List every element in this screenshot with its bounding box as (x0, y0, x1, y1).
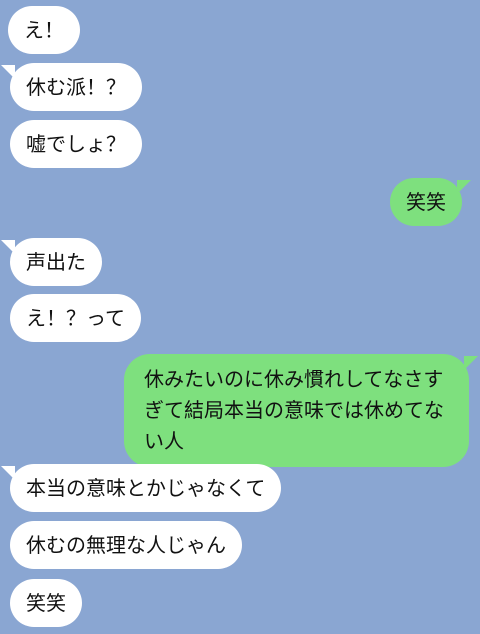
incoming-message[interactable]: 声出た (1, 238, 102, 286)
incoming-message[interactable]: 休むの無理な人じゃん (10, 521, 242, 569)
bubble-tail (1, 466, 15, 480)
message-text: 本当の意味とかじゃなくて (26, 476, 266, 500)
message-text: 休む派！？ (26, 75, 126, 99)
message-text: 休むの無理な人じゃん (26, 533, 226, 557)
outgoing-message[interactable]: 休みたいのに休み慣れしてなさすぎて結局本当の意味では休めてない人 (124, 354, 478, 467)
incoming-message[interactable]: 笑笑 (10, 579, 82, 627)
message-text: 休みたいのに休み慣れしてなさすぎて結局本当の意味では休めてない人 (144, 367, 444, 453)
incoming-message[interactable]: え！ (8, 6, 80, 54)
bubble-tail (457, 180, 471, 194)
message-text: 嘘でしょ？ (26, 132, 126, 156)
message-text: 笑笑 (406, 190, 446, 214)
bubble-tail (464, 356, 478, 370)
outgoing-message[interactable]: 笑笑 (390, 178, 471, 226)
incoming-message[interactable]: 休む派！？ (1, 63, 142, 111)
incoming-message[interactable]: 本当の意味とかじゃなくて (1, 464, 282, 512)
bubble-tail (1, 240, 15, 254)
bubble-tail (1, 65, 15, 79)
incoming-message[interactable]: え！？って (10, 294, 141, 342)
message-text: え！ (24, 18, 64, 42)
message-text: え！？って (26, 306, 125, 330)
message-text: 声出た (26, 250, 86, 274)
message-text: 笑笑 (26, 591, 66, 615)
incoming-message[interactable]: 嘘でしょ？ (10, 120, 142, 168)
chat-thread: え！ 休む派！？ 嘘でしょ？ 笑笑 声出た え！？って 休みたいのに休み慣れして… (0, 0, 480, 634)
